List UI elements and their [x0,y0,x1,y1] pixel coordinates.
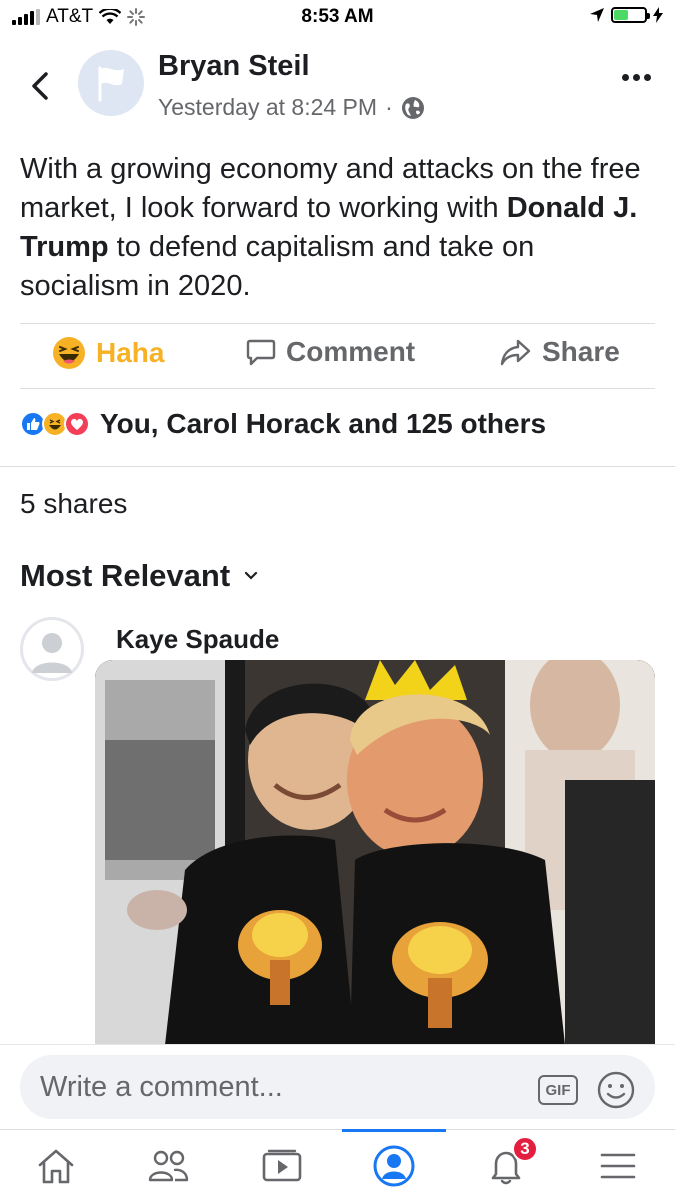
haha-emoji-icon [53,337,85,369]
default-avatar-icon [21,618,83,680]
post-meta: Yesterday at 8:24 PM · [158,94,425,121]
love-icon [64,411,90,437]
action-bar: Haha Comment Share [0,326,675,388]
haha-label: Haha [96,337,165,368]
commenter-name[interactable]: Kaye Spaude [116,624,279,655]
clock: 8:53 AM [301,6,374,27]
sort-label: Most Relevant [20,558,231,593]
battery-icon [611,7,650,23]
chevron-down-icon [245,571,258,580]
tab-home[interactable] [6,1130,106,1200]
post-timestamp[interactable]: Yesterday at 8:24 PM [158,94,377,121]
reaction-icons [20,411,90,437]
reactions-summary[interactable]: You, Carol Horack and 125 others [20,408,546,440]
tab-notifications[interactable]: 3 [456,1130,556,1200]
hamburger-menu-icon [600,1153,636,1178]
divider [0,466,675,467]
friends-icon [148,1150,189,1181]
profile-icon [373,1145,415,1186]
divider [20,323,655,324]
comment-composer: Write a comment... GIF [0,1044,675,1129]
back-button[interactable] [22,64,58,108]
gif-image [95,660,655,1045]
notification-badge: 3 [512,1136,538,1162]
tab-friends[interactable] [118,1130,218,1200]
tab-profile[interactable] [342,1129,446,1200]
share-arrow-icon [500,339,531,366]
tab-watch[interactable] [232,1130,332,1200]
divider [20,388,655,389]
share-label: Share [542,336,620,367]
video-play-icon [262,1149,302,1181]
comment-gif[interactable] [95,660,655,1045]
location-arrow-icon [590,8,604,22]
commenter-avatar[interactable] [20,617,84,681]
chevron-left-icon [32,72,48,100]
comment-label: Comment [286,336,416,367]
comment-bubble-icon [246,339,276,366]
avatar[interactable] [78,50,144,116]
comment-button[interactable]: Comment [246,336,415,368]
status-bar: AT&T 8:53 AM [0,0,675,34]
meta-separator: · [385,94,393,120]
flag-icon [98,66,124,102]
emoji-button[interactable] [596,1070,636,1115]
haha-reaction-button[interactable]: Haha [52,336,164,370]
reactions-text: You, Carol Horack and 125 others [100,408,547,439]
tab-menu[interactable] [568,1130,668,1200]
share-button[interactable]: Share [500,336,620,368]
gif-button[interactable]: GIF [538,1075,578,1105]
post-header: Bryan Steil Yesterday at 8:24 PM · [0,44,675,134]
globe-icon [401,96,424,119]
comment-sort-dropdown[interactable]: Most Relevant [20,558,258,594]
post-text: With a growing economy and attacks on th… [20,150,660,306]
shares-count[interactable]: 5 shares [20,488,127,520]
more-options-button[interactable] [622,74,651,81]
author-name[interactable]: Bryan Steil [158,50,310,83]
charging-bolt-icon [653,7,663,23]
comment-placeholder: Write a comment... [40,1071,283,1103]
smiley-icon [597,1071,635,1109]
bottom-tab-bar: 3 [0,1129,675,1200]
home-icon [38,1149,74,1183]
